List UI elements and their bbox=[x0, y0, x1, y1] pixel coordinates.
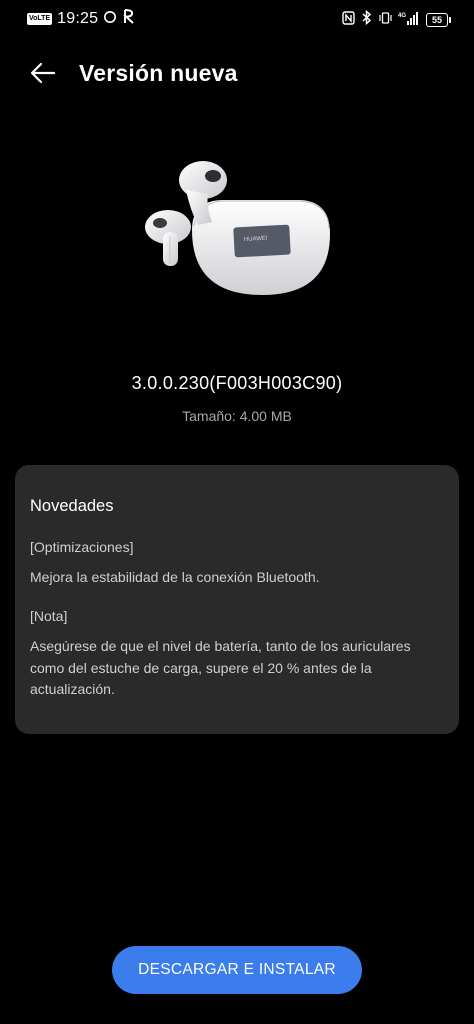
page-title: Versión nueva bbox=[79, 60, 238, 86]
note-text: Asegúrese de que el nivel de batería, ta… bbox=[30, 638, 411, 697]
status-bar-right: 4G 55 bbox=[342, 9, 451, 30]
back-button[interactable] bbox=[26, 58, 60, 92]
note-heading: [Nota] bbox=[30, 608, 68, 624]
svg-text:4G: 4G bbox=[398, 13, 406, 19]
status-bar: VoLTE 19:25 4G 55 bbox=[0, 0, 474, 38]
signal-icon: 4G bbox=[398, 11, 420, 30]
status-bar-left: VoLTE 19:25 bbox=[27, 9, 135, 29]
svg-text:HUAWEI: HUAWEI bbox=[244, 236, 268, 243]
bluetooth-icon bbox=[361, 9, 373, 30]
release-notes-title: Novedades bbox=[30, 497, 114, 515]
firmware-update-screen: VoLTE 19:25 4G 55 Versión nueva HUAWEI 3… bbox=[0, 0, 474, 1024]
back-arrow-icon bbox=[30, 62, 56, 89]
app-notification-icon bbox=[122, 9, 135, 29]
optimizations-heading: [Optimizaciones] bbox=[30, 539, 134, 555]
sync-icon bbox=[103, 10, 117, 29]
battery-icon: 55 bbox=[426, 13, 451, 27]
vibrate-icon bbox=[379, 11, 392, 30]
nfc-icon bbox=[342, 10, 355, 30]
earbuds-product-image: HUAWEI bbox=[128, 150, 358, 310]
status-time: 19:25 bbox=[57, 10, 99, 27]
update-size: Tamaño: 4.00 MB bbox=[182, 408, 292, 424]
download-install-button[interactable]: DESCARGAR E INSTALAR bbox=[112, 946, 362, 994]
volte-badge: VoLTE bbox=[27, 13, 53, 25]
optimizations-text: Mejora la estabilidad de la conexión Blu… bbox=[30, 569, 320, 585]
release-notes-card: Novedades [Optimizaciones] Mejora la est… bbox=[15, 465, 459, 734]
app-header: Versión nueva bbox=[0, 52, 474, 96]
version-number: 3.0.0.230(F003H003C90) bbox=[131, 373, 343, 393]
